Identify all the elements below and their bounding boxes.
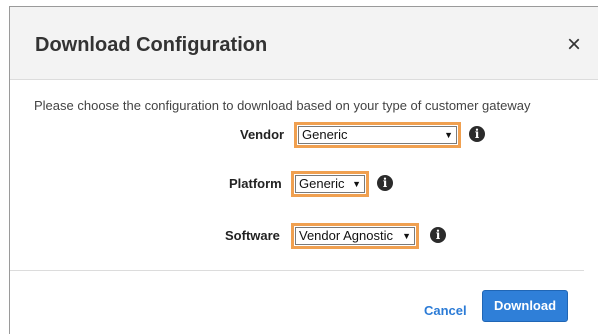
- info-icon[interactable]: i: [377, 175, 393, 191]
- instructions-text: Please choose the configuration to downl…: [34, 98, 531, 113]
- platform-select-highlight: Generic ▼: [291, 171, 369, 197]
- vendor-select-value: Generic: [302, 127, 348, 142]
- vendor-row: Vendor Generic ▼ i: [10, 122, 598, 148]
- platform-row: Platform Generic ▼ i: [10, 171, 598, 197]
- dropdown-arrow-icon: ▼: [352, 179, 361, 189]
- vendor-select-highlight: Generic ▼: [294, 122, 461, 148]
- footer-divider: [10, 270, 584, 271]
- close-icon[interactable]: ×: [567, 33, 581, 57]
- platform-select[interactable]: Generic ▼: [295, 175, 365, 193]
- software-label: Software: [225, 228, 280, 243]
- software-row: Software Vendor Agnostic ▼ i: [10, 223, 598, 249]
- dropdown-arrow-icon: ▼: [402, 231, 411, 241]
- software-select-value: Vendor Agnostic: [299, 228, 393, 243]
- platform-label: Platform: [229, 176, 282, 191]
- download-configuration-dialog: Download Configuration × Please choose t…: [9, 6, 598, 334]
- software-select[interactable]: Vendor Agnostic ▼: [295, 227, 415, 245]
- vendor-select[interactable]: Generic ▼: [298, 126, 457, 144]
- download-button[interactable]: Download: [482, 290, 568, 322]
- info-icon[interactable]: i: [469, 126, 485, 142]
- info-icon[interactable]: i: [430, 227, 446, 243]
- software-select-highlight: Vendor Agnostic ▼: [291, 223, 419, 249]
- dialog-header: Download Configuration ×: [10, 7, 598, 80]
- dialog-title: Download Configuration: [35, 34, 268, 56]
- vendor-label: Vendor: [240, 127, 285, 142]
- cancel-button[interactable]: Cancel: [424, 303, 467, 318]
- platform-select-value: Generic: [299, 176, 345, 191]
- dropdown-arrow-icon: ▼: [444, 130, 453, 140]
